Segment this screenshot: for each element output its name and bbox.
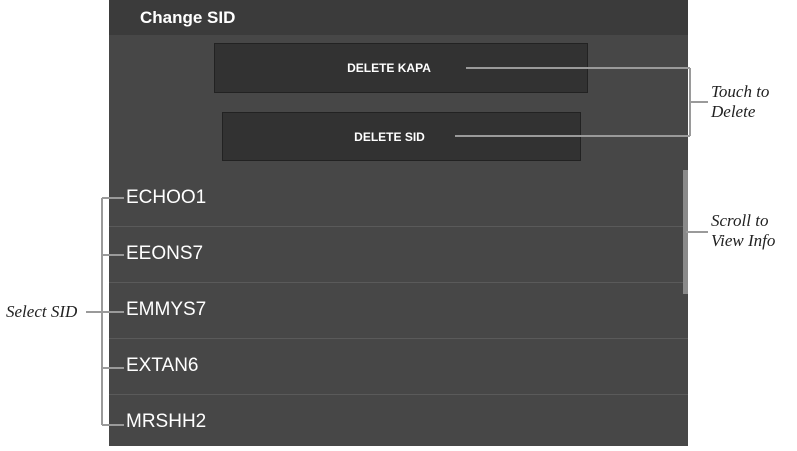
annotation-line: Touch to	[711, 82, 770, 101]
annotation-line: View Info	[711, 231, 776, 250]
touch-to-delete-annotation: Touch to Delete	[711, 82, 769, 122]
annotation-line: Scroll to	[711, 211, 769, 230]
select-sid-annotation: Select SID	[6, 302, 78, 321]
scroll-to-view-annotation: Scroll to View Info	[711, 211, 775, 251]
callout-lines	[86, 67, 708, 426]
annotation-line: Delete	[711, 102, 756, 121]
